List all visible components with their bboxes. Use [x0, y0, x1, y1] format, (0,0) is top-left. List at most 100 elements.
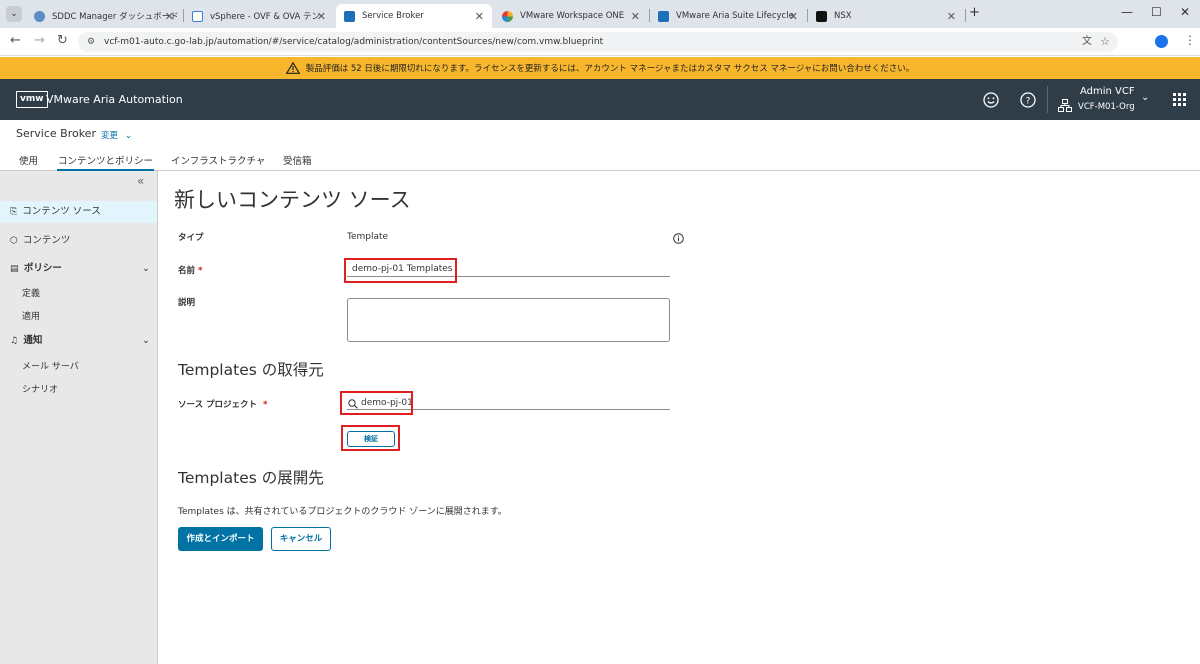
type-value: Template [347, 232, 389, 242]
sidebar-item-label: 通知 [23, 335, 43, 346]
chevron-down-icon: ⌄ [124, 131, 133, 141]
minimize-icon[interactable]: — [1121, 5, 1133, 19]
svg-text:?: ? [1026, 97, 1031, 107]
required-mark: * [198, 266, 203, 276]
sidebar-item-enforcement[interactable]: 適用 [22, 309, 40, 322]
service-name: Service Broker [16, 127, 96, 140]
sidebar-item-label: コンテンツ ソース [22, 206, 101, 217]
name-label: 名前 * [178, 264, 202, 276]
workspace-one-icon [502, 10, 513, 22]
highlight-box-source-project [340, 391, 413, 415]
sidebar-item-label: ポリシー [23, 263, 62, 274]
site-info-icon[interactable]: ⚙ [87, 32, 95, 52]
tab-consume[interactable]: 使用 [19, 153, 38, 171]
app-header: vmw VMware Aria Automation ? Admin VCF V… [0, 79, 1200, 120]
info-icon[interactable] [673, 233, 684, 244]
sidebar-group-notifications[interactable]: ♫ 通知 ⌄ [0, 330, 157, 352]
type-label: タイプ [178, 233, 204, 243]
policy-icon: ▤ [10, 264, 19, 274]
required-mark: * [263, 400, 268, 410]
chevron-down-icon: ⌄ [142, 263, 150, 274]
create-and-import-button[interactable]: 作成とインポート [178, 527, 263, 551]
sidebar-item-label: コンテンツ [22, 235, 71, 246]
browser-tab-title: VMware Aria Suite Lifecycle [676, 11, 794, 21]
browser-tab-aria-lifecycle[interactable]: VMware Aria Suite Lifecycle ✕ [650, 4, 806, 28]
browser-tab-title: NSX [834, 11, 852, 21]
forward-icon[interactable]: → [34, 33, 45, 48]
sidebar-item-content-sources[interactable]: ⎘ コンテンツ ソース [0, 201, 157, 223]
deploy-description: Templates は、共有されているプロジェクトのクラウド ゾーンに展開されま… [178, 507, 507, 517]
nsx-icon [816, 10, 827, 22]
sidebar-item-mail-server[interactable]: メール サーバ [22, 359, 79, 372]
browser-tab-service-broker[interactable]: Service Broker ✕ [336, 4, 492, 28]
close-tab-icon[interactable]: ✕ [317, 10, 326, 23]
browser-tab-title: vSphere - OVF & OVA テンプレート [210, 12, 320, 22]
reload-icon[interactable]: ↻ [57, 33, 68, 48]
license-warning-banner: 製品評価は 52 日後に期限切れになります。ライセンスを更新するには、アカウント… [0, 57, 1200, 79]
sidebar-item-content[interactable]: ⬡ コンテンツ [0, 230, 157, 252]
browser-tab-sddc[interactable]: SDDC Manager ダッシュボード ✕ [26, 4, 182, 28]
new-tab-button[interactable]: + [969, 5, 980, 20]
sidebar-item-scenarios[interactable]: シナリオ [22, 382, 58, 395]
cancel-button[interactable]: キャンセル [271, 527, 331, 551]
help-icon[interactable]: ? [1020, 92, 1036, 108]
chevron-down-icon: ⌄ [142, 335, 150, 346]
sidebar-item-definitions[interactable]: 定義 [22, 286, 40, 299]
vmware-logo: vmw [16, 91, 48, 108]
user-menu-chevron-icon[interactable]: ⌄ [1141, 92, 1149, 103]
sddc-icon [34, 10, 45, 22]
organization-icon [1058, 99, 1072, 112]
tab-inbox[interactable]: 受信箱 [283, 153, 312, 171]
highlight-box-validate [341, 425, 400, 451]
license-warning-text: 製品評価は 52 日後に期限切れになります。ライセンスを更新するには、アカウント… [305, 64, 915, 74]
description-label: 説明 [178, 298, 196, 308]
translate-icon[interactable]: 文 [1082, 32, 1092, 52]
close-window-icon[interactable]: ✕ [1180, 5, 1190, 19]
close-tab-icon[interactable]: ✕ [631, 10, 640, 23]
source-section-heading: Templates の取得元 [178, 361, 324, 379]
browser-toolbar: ← → ↻ ⚙ vcf-m01-auto.c.go-lab.jp/automat… [0, 28, 1200, 56]
change-service-button[interactable]: 変更 ⌄ [101, 129, 132, 141]
vmw-icon [658, 10, 669, 22]
browser-tab-title: SDDC Manager ダッシュボード [52, 12, 179, 22]
app-launcher-grid-icon[interactable] [1173, 93, 1186, 106]
name-label-text: 名前 [178, 266, 196, 276]
close-tab-icon[interactable]: ✕ [789, 10, 798, 23]
back-icon[interactable]: ← [10, 33, 21, 48]
feedback-smiley-icon[interactable] [983, 92, 999, 108]
sidebar: « ⎘ コンテンツ ソース ⬡ コンテンツ ▤ ポリシー ⌄ 定義 適用 ♫ 通… [0, 171, 158, 664]
vsphere-icon [192, 10, 203, 22]
browser-tab-nsx[interactable]: NSX ✕ [808, 4, 964, 28]
maximize-icon[interactable]: ☐ [1151, 5, 1162, 19]
tab-content-and-policies[interactable]: コンテンツとポリシー [57, 153, 155, 171]
main-nav-tabs: 使用 コンテンツとポリシー インフラストラクチャ 受信箱 [0, 150, 1200, 171]
source-project-label: ソース プロジェクト * [178, 398, 268, 410]
browser-tab-workspace-one[interactable]: VMware Workspace ONE ✕ [494, 4, 648, 28]
change-service-label: 変更 [101, 131, 119, 141]
url-text: vcf-m01-auto.c.go-lab.jp/automation/#/se… [104, 37, 604, 47]
deploy-section-heading: Templates の展開先 [178, 469, 324, 487]
browser-tab-strip: ⌄ SDDC Manager ダッシュボード ✕ vSphere - OVF &… [0, 0, 1200, 28]
vmw-icon [344, 10, 355, 22]
user-name[interactable]: Admin VCF [1080, 86, 1135, 97]
close-tab-icon[interactable]: ✕ [475, 10, 484, 23]
close-tab-icon[interactable]: ✕ [165, 10, 174, 23]
browser-menu-icon[interactable]: ⋮ [1184, 33, 1196, 47]
sidebar-group-policies[interactable]: ▤ ポリシー ⌄ [0, 258, 157, 280]
address-bar[interactable]: ⚙ vcf-m01-auto.c.go-lab.jp/automation/#/… [78, 32, 1118, 52]
highlight-box-name [344, 258, 457, 283]
description-textarea[interactable] [347, 298, 670, 342]
close-tab-icon[interactable]: ✕ [947, 10, 956, 23]
cube-icon: ⬡ [10, 236, 18, 246]
tab-list-button[interactable]: ⌄ [6, 6, 22, 22]
browser-tab-title: VMware Workspace ONE [520, 11, 625, 21]
org-name[interactable]: VCF-M01-Org [1078, 102, 1135, 112]
tab-infrastructure[interactable]: インフラストラクチャ [171, 153, 265, 171]
bookmark-star-icon[interactable]: ☆ [1100, 32, 1110, 52]
profile-avatar-icon[interactable] [1155, 35, 1168, 48]
collapse-sidebar-icon[interactable]: « [137, 174, 144, 188]
app-title: VMware Aria Automation [46, 93, 183, 106]
browser-tab-title: Service Broker [362, 11, 424, 21]
bell-icon: ♫ [10, 336, 19, 346]
browser-tab-vsphere[interactable]: vSphere - OVF & OVA テンプレート ✕ [184, 4, 334, 28]
